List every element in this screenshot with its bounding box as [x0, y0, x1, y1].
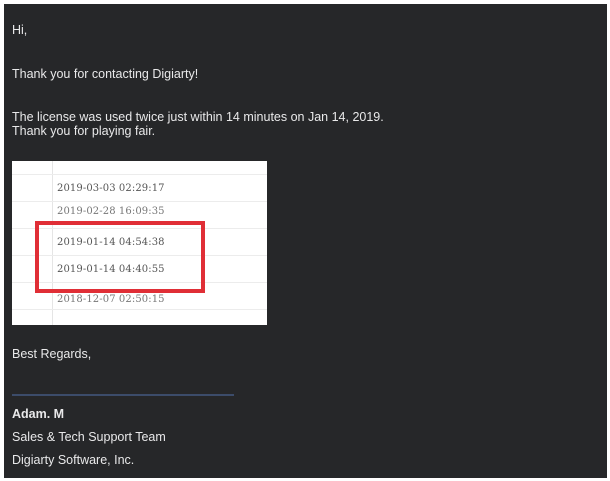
email-body: Hi, Thank you for contacting Digiarty! T… [4, 4, 607, 478]
signature-name: Adam. M [12, 407, 65, 421]
table-row [12, 161, 267, 175]
highlight-box [35, 221, 205, 293]
activation-log-screenshot: 2019-03-03 02:29:17 2019-02-28 16:09:35 … [12, 161, 267, 325]
activation-timestamp: 2019-02-28 16:09:35 [57, 206, 165, 217]
closing-line: Best Regards, [12, 347, 92, 361]
thanks-line: Thank you for contacting Digiarty! [12, 67, 199, 81]
activation-timestamp: 2018-12-07 02:50:15 [57, 294, 165, 305]
license-usage-line: The license was used twice just within 1… [12, 110, 384, 124]
fair-play-line: Thank you for playing fair. [12, 124, 156, 138]
activation-timestamp: 2019-03-03 02:29:17 [57, 183, 165, 194]
signature-divider [12, 394, 234, 396]
table-row: 2019-03-03 02:29:17 [12, 175, 267, 202]
greeting: Hi, [12, 23, 28, 37]
signature-team: Sales & Tech Support Team [12, 430, 166, 444]
signature-company: Digiarty Software, Inc. [12, 453, 135, 467]
